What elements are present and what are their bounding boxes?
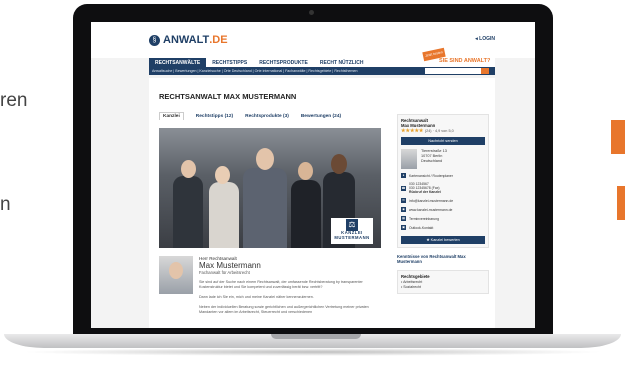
- contact-card-icon: ▣: [401, 225, 406, 230]
- background-text: n: [0, 194, 11, 215]
- person-head: [298, 162, 313, 180]
- send-message-button[interactable]: Nachricht senden: [401, 137, 485, 145]
- person-figure: [243, 168, 287, 248]
- nav-rechtsprodukte[interactable]: RECHTSPRODUKTE: [253, 58, 314, 67]
- address: Tiererstraße 13 10707 Berlin Deutschland: [421, 149, 447, 163]
- profile-bio-section: Herr Rechtsanwalt Max Mustermann Fachanw…: [159, 256, 381, 328]
- person-head: [256, 148, 274, 170]
- background-accent-bar: [611, 120, 625, 154]
- phone-block[interactable]: ☎ 030 1234567 030 12345678 (Fax) Rückruf de…: [401, 182, 485, 194]
- bio-paragraph: Dann lade ich Sie ein, mich und meine Ka…: [199, 295, 314, 299]
- kanzlei-brand: ⚖ KANZLEI MUSTERMANN: [331, 218, 373, 244]
- phone-icon: ☎: [401, 185, 406, 191]
- bio: Herr Rechtsanwalt Max Mustermann Fachanw…: [199, 256, 379, 315]
- area-item[interactable]: • Sozialrecht: [401, 285, 485, 290]
- website-link[interactable]: ◉ www.kanzlei-mustermann.de: [401, 207, 485, 212]
- search-icon[interactable]: [481, 68, 489, 74]
- mail-icon: ✉: [401, 198, 406, 203]
- rating-stars: ★★★★★ (24) · 4,9 von 5,0: [401, 128, 454, 134]
- laptop-screen: § ANWALT.DE ◂ LOGIN RECHTSANWÄLTE RECHTS…: [91, 22, 535, 328]
- profile-tabs: Kanzlei Rechtstipps (12) Rechtsprodukte …: [159, 112, 341, 120]
- search-input[interactable]: [425, 68, 481, 74]
- tab-bewertungen[interactable]: Bewertungen (24): [301, 114, 341, 120]
- brand-line: MUSTERMANN: [334, 234, 370, 240]
- login-link[interactable]: ◂ LOGIN: [475, 36, 495, 42]
- laptop-shadow: [20, 348, 605, 356]
- person-figure: [291, 180, 321, 248]
- sidebar: Rechtsanwalt Max Mustermann ★★★★★ (24) ·…: [397, 114, 489, 328]
- globe-icon: ◉: [401, 207, 406, 212]
- bio-paragraph: Sie sind auf der Suche nach einem Rechts…: [199, 280, 363, 289]
- map-link[interactable]: ● Kartenansicht / Routenplaner: [401, 173, 485, 178]
- stage: ren n § ANWALT.DE ◂ LOGIN RECHTSANWÄLTE …: [0, 0, 625, 369]
- lawyer-name: Max Mustermann: [199, 261, 261, 270]
- person-figure: [209, 182, 239, 248]
- tab-rechtsprodukte[interactable]: Rechtsprodukte (3): [245, 114, 289, 120]
- laptop-notch: [271, 334, 361, 339]
- paragraph-logo-icon: §: [149, 34, 160, 46]
- lawyer-specialty: Fachanwalt für Arbeitsrecht: [199, 270, 250, 275]
- lawyer-portrait: [159, 256, 193, 294]
- knowledge-heading: Kenntnisse von Rechtsanwalt Max Musterma…: [397, 254, 466, 264]
- lawyer-thumbnail: [401, 149, 417, 169]
- person-head: [181, 160, 196, 178]
- logo-text: ANWALT.DE: [163, 34, 228, 46]
- address-block: Tiererstraße 13 10707 Berlin Deutschland: [401, 149, 485, 169]
- map-pin-icon: ●: [401, 173, 406, 178]
- email-link[interactable]: ✉ info@kanzlei-mustermann.de: [401, 198, 485, 203]
- outlook-contact-link[interactable]: ▣ Outlook-Kontakt: [401, 225, 485, 230]
- site-header: § ANWALT.DE ◂ LOGIN: [91, 22, 535, 58]
- nav-rechtsanwaelte[interactable]: RECHTSANWÄLTE: [149, 58, 207, 67]
- areas-title: Rechtsgebiete: [401, 274, 430, 279]
- page-title: RECHTSANWALT MAX MUSTERMANN: [159, 92, 297, 101]
- laptop-lid: § ANWALT.DE ◂ LOGIN RECHTSANWÄLTE RECHTS…: [73, 4, 553, 334]
- nav-rechtstipps[interactable]: RECHTSTIPPS: [206, 58, 253, 67]
- tab-kanzlei[interactable]: Kanzlei: [159, 112, 184, 120]
- areas-card: Rechtsgebiete • Arbeitsrecht • Sozialrec…: [397, 270, 489, 294]
- team-photo: ⚖ KANZLEI MUSTERMANN: [159, 128, 381, 248]
- background-accent-bar: [617, 186, 625, 220]
- person-head: [331, 154, 347, 174]
- person-head: [169, 262, 183, 279]
- bio-paragraph: Neben der individuellen Beratung sowie g…: [199, 305, 369, 314]
- camera-icon: [309, 10, 314, 15]
- person-head: [215, 166, 230, 184]
- laptop-base: [4, 334, 621, 348]
- calendar-icon: ▦: [401, 216, 406, 221]
- rate-kanzlei-button[interactable]: ★ Kanzlei bewerten: [401, 236, 485, 244]
- site-logo[interactable]: § ANWALT.DE: [149, 34, 228, 46]
- person-figure: [173, 176, 203, 248]
- tab-rechtstipps[interactable]: Rechtstipps (12): [196, 114, 233, 120]
- contact-card: Rechtsanwalt Max Mustermann ★★★★★ (24) ·…: [397, 114, 489, 248]
- nav-recht-nuetzlich[interactable]: RECHT NÜTZLICH: [314, 58, 370, 67]
- profile-content: RECHTSANWALT MAX MUSTERMANN Kanzlei Rech…: [149, 78, 495, 328]
- appointment-link[interactable]: ▦ Terminvereinbarung: [401, 216, 485, 221]
- background-text: ren: [0, 90, 28, 111]
- lawyer-cta-link[interactable]: SIE SIND ANWALT?: [439, 58, 490, 64]
